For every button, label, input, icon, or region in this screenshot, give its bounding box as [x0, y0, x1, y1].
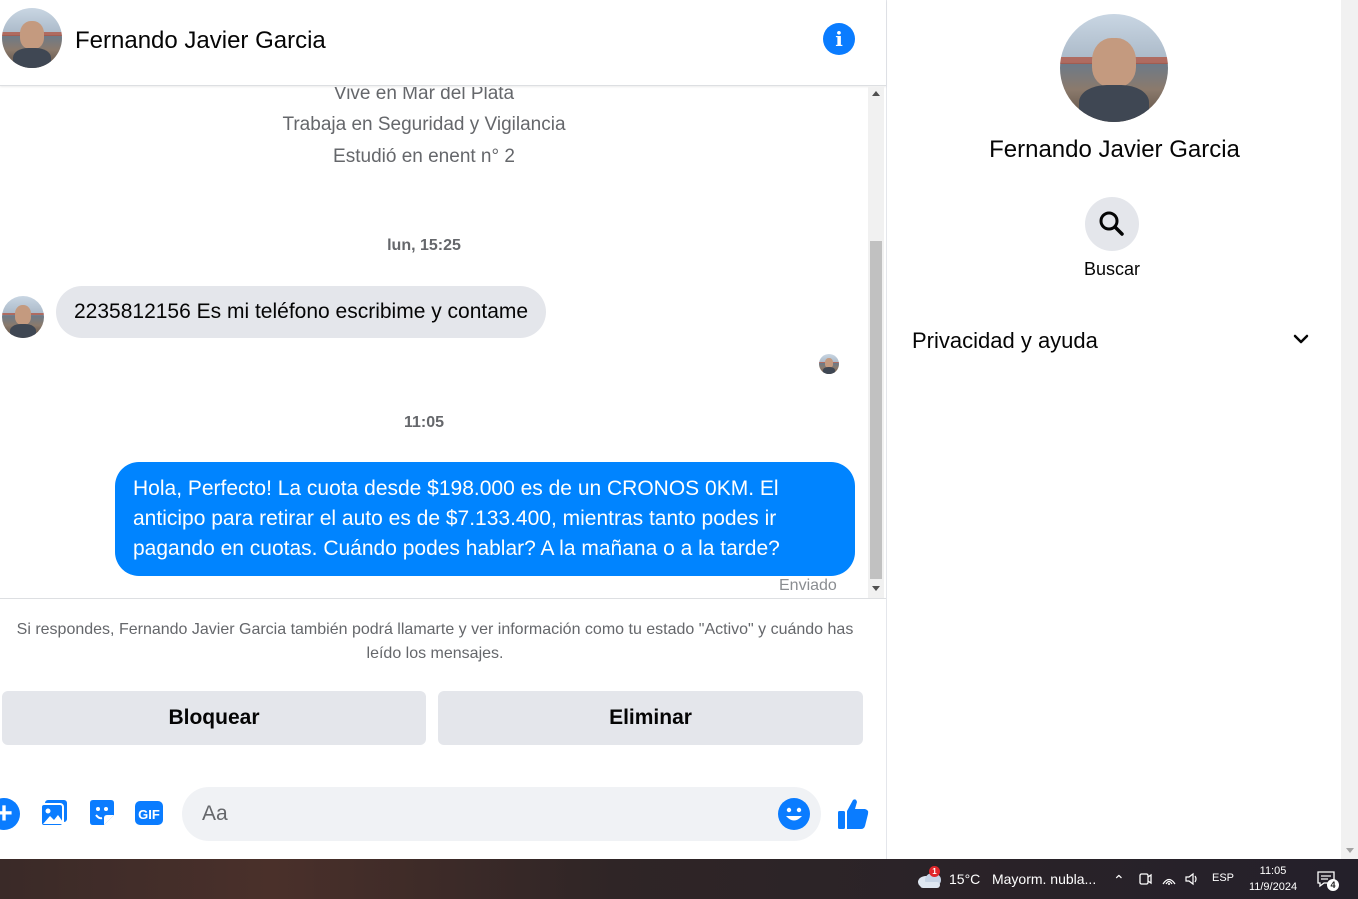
- messenger-window: Fernando Javier Garcia i Vive en Mar del…: [0, 0, 1358, 899]
- sticker-icon[interactable]: [86, 797, 118, 829]
- info-icon[interactable]: i: [823, 23, 855, 55]
- contact-name[interactable]: Fernando Javier Garcia: [75, 27, 326, 55]
- privacy-help-section[interactable]: Privacidad y ayuda: [900, 318, 1320, 362]
- search-label: Buscar: [1083, 259, 1141, 279]
- svg-text:GIF: GIF: [138, 807, 160, 822]
- conversation-info-panel: Fernando Javier Garcia Buscar Privacidad…: [888, 0, 1341, 859]
- scroll-down-arrow-icon[interactable]: [872, 586, 880, 591]
- language-indicator[interactable]: ESP: [1212, 872, 1234, 884]
- clock[interactable]: 11:05 11/9/2024: [1240, 863, 1306, 895]
- gif-icon[interactable]: GIF: [133, 797, 165, 829]
- search-button[interactable]: [1085, 197, 1139, 251]
- clock-time: 11:05: [1259, 865, 1287, 877]
- message-status: Enviado: [779, 577, 837, 594]
- like-icon[interactable]: [836, 797, 870, 831]
- sender-avatar[interactable]: [2, 296, 44, 338]
- page-scrollbar[interactable]: [1341, 0, 1358, 859]
- meet-now-icon[interactable]: [1137, 871, 1153, 887]
- windows-taskbar: 1 15°C Mayorm. nubla... ⌃ ESP 11:05 11/9…: [0, 859, 1358, 899]
- chat-header: Fernando Javier Garcia i: [0, 0, 886, 86]
- bio-works: Trabaja en Seguridad y Vigilancia: [282, 114, 566, 135]
- plus-icon[interactable]: +: [0, 798, 20, 830]
- image-icon[interactable]: [38, 797, 70, 829]
- contact-avatar[interactable]: [2, 8, 62, 68]
- message-composer[interactable]: [182, 787, 821, 841]
- message-request-notice: Si respondes, Fernando Javier Garcia tam…: [16, 621, 854, 662]
- temperature: 15°C: [949, 871, 981, 887]
- profile-avatar[interactable]: [1060, 14, 1168, 122]
- message-scrollbar[interactable]: [868, 87, 884, 598]
- scroll-thumb[interactable]: [870, 241, 882, 579]
- timestamp: lun, 15:25: [387, 237, 461, 254]
- bio-studied: Estudió en enent n° 2: [333, 146, 515, 167]
- profile-name[interactable]: Fernando Javier Garcia: [888, 136, 1341, 164]
- block-button[interactable]: Bloquear: [2, 691, 426, 745]
- bio-lives: Vive en Mar del Plata: [333, 87, 515, 104]
- seen-indicator-avatar: [819, 354, 839, 374]
- message-list[interactable]: Vive en Mar del Plata Trabaja en Segurid…: [0, 87, 868, 598]
- volume-icon[interactable]: [1184, 871, 1200, 887]
- divider: [0, 598, 886, 599]
- message-input[interactable]: [202, 799, 762, 829]
- clock-date: 11/9/2024: [1248, 881, 1298, 893]
- chat-panel: Fernando Javier Garcia i Vive en Mar del…: [0, 0, 887, 859]
- search-icon: [1099, 211, 1124, 236]
- weather-badge: 1: [929, 866, 940, 877]
- privacy-help-label: Privacidad y ayuda: [912, 328, 1098, 353]
- chevron-down-icon[interactable]: [1292, 330, 1310, 348]
- weather-widget[interactable]: 15°C Mayorm. nubla...: [949, 871, 1096, 887]
- weather-description: Mayorm. nubla...: [991, 871, 1097, 887]
- timestamp: 11:05: [403, 414, 445, 431]
- tray-expand-icon[interactable]: ⌃: [1113, 872, 1125, 889]
- incoming-message[interactable]: 2235812156 Es mi teléfono escribime y co…: [56, 286, 547, 338]
- delete-button[interactable]: Eliminar: [438, 691, 863, 745]
- wifi-icon[interactable]: [1161, 871, 1177, 887]
- emoji-icon[interactable]: [778, 798, 810, 830]
- scroll-down-arrow-icon[interactable]: [1346, 848, 1354, 853]
- notifications-badge: 4: [1327, 879, 1339, 891]
- outgoing-message[interactable]: Hola, Perfecto! La cuota desde $198.000 …: [115, 462, 855, 576]
- scroll-up-arrow-icon[interactable]: [872, 91, 880, 96]
